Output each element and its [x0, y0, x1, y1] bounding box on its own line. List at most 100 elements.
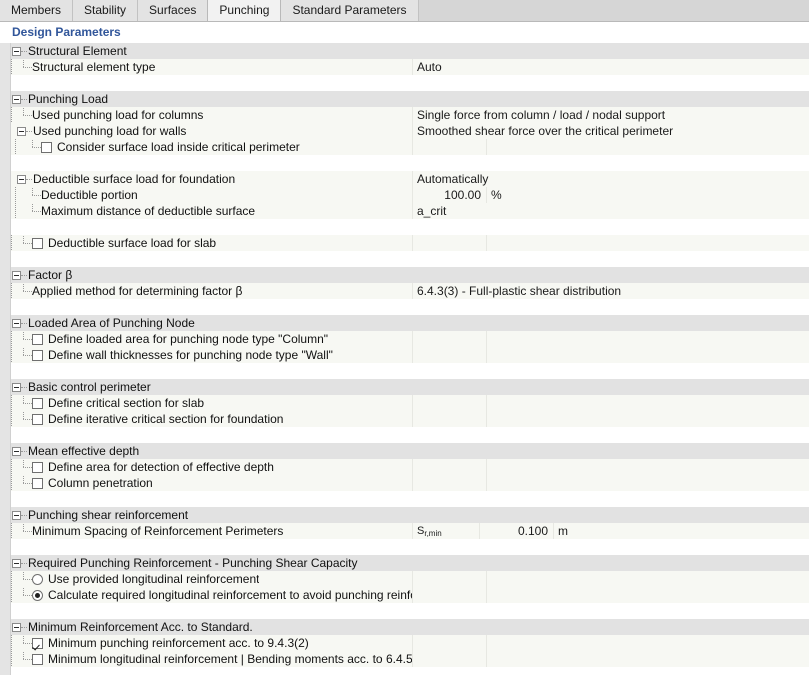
- row-define-critical-section-slab[interactable]: Define critical section for slab: [0, 395, 809, 411]
- expander-icon[interactable]: [12, 510, 21, 520]
- tree-connector: [21, 619, 28, 635]
- row-define-wall-thicknesses-wall[interactable]: Define wall thicknesses for punching nod…: [0, 347, 809, 363]
- row-define-iterative-critical-section-foundation[interactable]: Define iterative critical section for fo…: [0, 411, 809, 427]
- group-title: Structural Element: [28, 44, 127, 58]
- radio-use-provided-longitudinal-reinforcement[interactable]: [32, 573, 43, 585]
- group-header-punching-shear-reinforcement[interactable]: Punching shear reinforcement: [0, 507, 809, 523]
- row-deductible-surface-load-foundation[interactable]: Deductible surface load for foundation A…: [0, 171, 809, 187]
- row-maximum-distance-deductible-surface[interactable]: Maximum distance of deductible surface a…: [0, 203, 809, 219]
- expander-icon[interactable]: [12, 446, 21, 456]
- tab-members[interactable]: Members: [0, 0, 74, 21]
- row-use-provided-longitudinal-reinforcement[interactable]: Use provided longitudinal reinforcement: [0, 571, 809, 587]
- row-unit: [487, 347, 809, 363]
- row-consider-surface-load[interactable]: Consider surface load inside critical pe…: [0, 139, 809, 155]
- group-header-mean-effective-depth[interactable]: Mean effective depth: [0, 443, 809, 459]
- expander-icon[interactable]: [12, 558, 21, 568]
- row-spacer: [0, 75, 809, 91]
- tree-connector: [21, 443, 28, 459]
- row-value[interactable]: [413, 411, 487, 427]
- checkbox-define-loaded-area-column[interactable]: [32, 333, 43, 345]
- tab-stability[interactable]: Stability: [73, 0, 139, 21]
- checkbox-consider-surface-load[interactable]: [41, 141, 52, 153]
- row-value[interactable]: [413, 651, 487, 667]
- expander-icon[interactable]: [12, 622, 21, 632]
- row-value[interactable]: [413, 475, 487, 491]
- row-label: Calculate required longitudinal reinforc…: [48, 588, 412, 602]
- group-title: Factor β: [28, 268, 73, 282]
- row-spacer: [0, 363, 809, 379]
- tree-connector: [21, 267, 28, 283]
- checkbox-minimum-punching-reinforcement[interactable]: [32, 637, 43, 649]
- row-deductible-portion[interactable]: Deductible portion 100.00 %: [0, 187, 809, 203]
- group-header-required-punching-reinforcement[interactable]: Required Punching Reinforcement - Punchi…: [0, 555, 809, 571]
- row-value[interactable]: Smoothed shear force over the critical p…: [413, 123, 809, 139]
- row-define-loaded-area-column[interactable]: Define loaded area for punching node typ…: [0, 331, 809, 347]
- tree-connector: [21, 587, 32, 603]
- row-value[interactable]: [413, 347, 487, 363]
- checkbox-column-penetration[interactable]: [32, 477, 43, 489]
- row-value[interactable]: 6.4.3(3) - Full-plastic shear distributi…: [413, 283, 809, 299]
- expander-icon[interactable]: [12, 270, 21, 280]
- row-used-punching-load-columns[interactable]: Used punching load for columns Single fo…: [0, 107, 809, 123]
- row-spacer: [0, 539, 809, 555]
- radio-calculate-required-longitudinal-reinforcement[interactable]: [32, 589, 43, 601]
- checkbox-define-wall-thicknesses-wall[interactable]: [32, 349, 43, 361]
- group-header-minimum-reinforcement-standard[interactable]: Minimum Reinforcement Acc. to Standard.: [0, 619, 809, 635]
- expander-icon[interactable]: [12, 382, 21, 392]
- group-header-basic-control-perimeter[interactable]: Basic control perimeter: [0, 379, 809, 395]
- group-header-factor-beta[interactable]: Factor β: [0, 267, 809, 283]
- row-value[interactable]: [413, 395, 487, 411]
- tree-connector: [21, 379, 28, 395]
- row-define-area-detection-effective-depth[interactable]: Define area for detection of effective d…: [0, 459, 809, 475]
- row-minimum-spacing-reinforcement-perimeters[interactable]: Minimum Spacing of Reinforcement Perimet…: [0, 523, 809, 539]
- row-value[interactable]: 0.100: [480, 523, 554, 539]
- row-value[interactable]: [413, 587, 487, 603]
- row-structural-element-type[interactable]: Structural element type Auto: [0, 59, 809, 75]
- expander-icon[interactable]: [17, 126, 26, 136]
- row-unit: [487, 139, 809, 155]
- row-label: Use provided longitudinal reinforcement: [48, 572, 260, 586]
- row-value[interactable]: [413, 139, 487, 155]
- checkbox-define-area-detection-effective-depth[interactable]: [32, 461, 43, 473]
- expander-icon[interactable]: [17, 174, 26, 184]
- checkbox-minimum-longitudinal-reinforcement[interactable]: [32, 653, 43, 665]
- checkbox-define-iterative-critical-section-foundation[interactable]: [32, 413, 43, 425]
- row-value[interactable]: [413, 235, 487, 251]
- checkbox-define-critical-section-slab[interactable]: [32, 397, 43, 409]
- checkbox-deductible-surface-load-slab[interactable]: [32, 237, 43, 249]
- expander-icon[interactable]: [12, 94, 21, 104]
- tab-punching[interactable]: Punching: [207, 0, 282, 21]
- tree-connector: [21, 571, 32, 587]
- tree-connector: [21, 315, 28, 331]
- row-deductible-surface-load-slab[interactable]: Deductible surface load for slab: [0, 235, 809, 251]
- group-header-loaded-area-punching-node[interactable]: Loaded Area of Punching Node: [0, 315, 809, 331]
- row-label: Used punching load for walls: [33, 124, 187, 138]
- row-used-punching-load-walls[interactable]: Used punching load for walls Smoothed sh…: [0, 123, 809, 139]
- tree-connector: [21, 651, 32, 667]
- row-unit: %: [491, 188, 502, 202]
- row-value[interactable]: Single force from column / load / nodal …: [413, 107, 809, 123]
- tree-connector: [21, 411, 32, 427]
- row-value[interactable]: [413, 635, 487, 651]
- row-column-penetration[interactable]: Column penetration: [0, 475, 809, 491]
- row-value[interactable]: a_crit: [413, 203, 809, 219]
- row-value[interactable]: Auto: [413, 59, 809, 75]
- expander-icon[interactable]: [12, 318, 21, 328]
- row-applied-method-factor-beta[interactable]: Applied method for determining factor β …: [0, 283, 809, 299]
- row-value[interactable]: [413, 571, 487, 587]
- row-minimum-punching-reinforcement[interactable]: Minimum punching reinforcement acc. to 9…: [0, 635, 809, 651]
- tab-surfaces[interactable]: Surfaces: [138, 0, 209, 21]
- row-value[interactable]: [413, 459, 487, 475]
- tree-connector: [21, 555, 28, 571]
- row-value[interactable]: Automatically: [413, 171, 809, 187]
- row-value[interactable]: 100.00: [413, 187, 487, 203]
- group-header-structural-element[interactable]: Structural Element: [0, 43, 809, 59]
- tree-connector: [21, 91, 28, 107]
- row-calculate-required-longitudinal-reinforcement[interactable]: Calculate required longitudinal reinforc…: [0, 587, 809, 603]
- row-value[interactable]: [413, 331, 487, 347]
- row-minimum-longitudinal-reinforcement[interactable]: Minimum longitudinal reinforcement | Ben…: [0, 651, 809, 667]
- tree-connector: [21, 107, 32, 123]
- group-header-punching-load[interactable]: Punching Load: [0, 91, 809, 107]
- expander-icon[interactable]: [12, 46, 21, 56]
- tab-standard-parameters[interactable]: Standard Parameters: [281, 0, 419, 21]
